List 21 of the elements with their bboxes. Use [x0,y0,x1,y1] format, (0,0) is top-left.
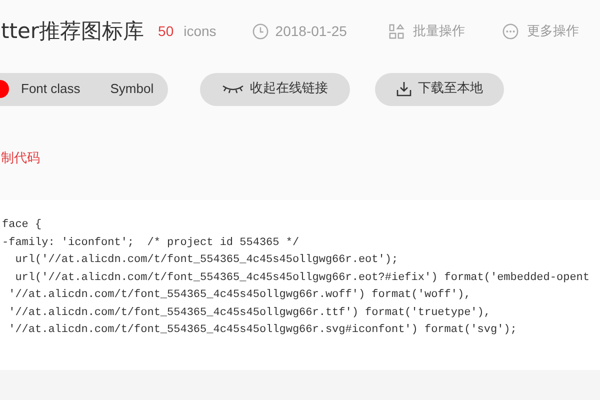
project-title: tter推荐图标库 [1,18,144,45]
code-line: url('//at.alicdn.com/t/font_554365_4c45s45ollgwg66r.eot?#iefix') format('embedded-opent [14,270,590,286]
grid-icon [388,23,405,40]
closed-eye-icon [222,84,244,94]
clock-icon [252,23,270,40]
code-line: '//at.alicdn.com/t/font_554365_4c45s45ollgwg66r.woff') format('woff'), [8,288,471,303]
tab[interactable]: Symbol [110,79,154,99]
download-icon [396,81,412,97]
download-button[interactable]: 下载至本地 [375,72,504,106]
collapse-links-button[interactable]: 收起在线链接 [200,72,350,106]
code-line: '//at.alicdn.com/t/font_554365_4c45s45ollgwg66r.svg#iconfont') format('svg'); [8,323,517,338]
tab[interactable]: Font class [21,79,80,99]
icon-count: 50 [158,22,174,41]
date-text: 2018-01-25 [275,22,347,41]
code-line: -family: 'iconfont'; /* project id 554365 */ [2,236,300,250]
count-unit: icons [184,22,216,41]
more-icon [502,23,519,40]
code-line: face { [2,218,42,233]
code-line: '//at.alicdn.com/t/font_554365_4c45s45ollgwg66r.ttf') format('truetype'), [8,306,490,320]
code-line: url('//at.alicdn.com/t/font_554365_4c45s45ollgwg66r.eot'); [14,253,398,268]
copy-code-link[interactable]: 制代码 [1,151,40,166]
